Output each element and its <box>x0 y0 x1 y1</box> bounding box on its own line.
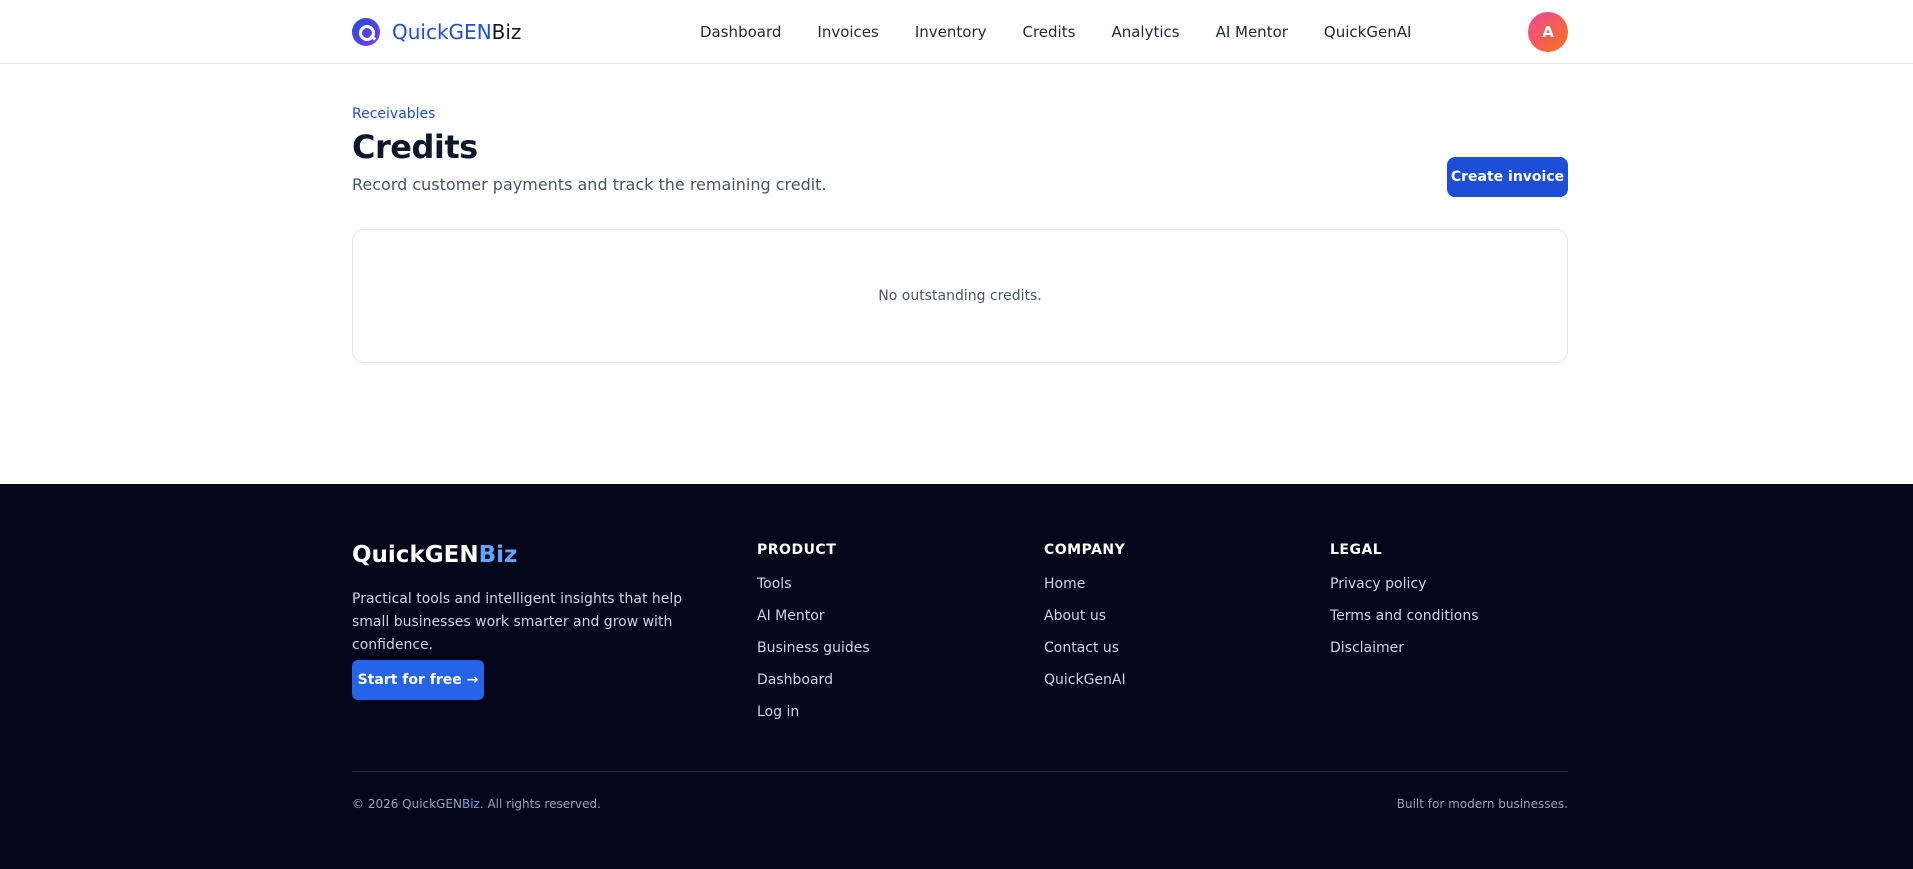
footer-link-log-in[interactable]: Log in <box>757 704 870 736</box>
footer-col-legal: LEGAL Privacy policy Terms and condition… <box>1330 542 1479 672</box>
footer-description: Practical tools and intelligent insights… <box>352 591 683 653</box>
footer-brand: QuickGENBiz <box>352 542 518 568</box>
create-invoice-button[interactable]: Create invoice <box>1447 157 1568 197</box>
nav-inventory[interactable]: Inventory <box>915 23 987 41</box>
section-eyebrow: Receivables <box>352 106 436 122</box>
footer-link-business-guides[interactable]: Business guides <box>757 640 870 672</box>
nav-invoices[interactable]: Invoices <box>817 23 878 41</box>
nav-quickgenai[interactable]: QuickGenAI <box>1324 23 1411 41</box>
footer-col-product: PRODUCT Tools AI Mentor Business guides … <box>757 542 870 736</box>
footer-link-ai-mentor[interactable]: AI Mentor <box>757 608 870 640</box>
user-avatar[interactable]: A <box>1528 12 1568 52</box>
footer-divider <box>352 771 1568 772</box>
start-for-free-button[interactable]: Start for free → <box>352 660 484 700</box>
footer-link-disclaimer[interactable]: Disclaimer <box>1330 640 1479 672</box>
main-nav: Dashboard Invoices Inventory Credits Ana… <box>700 0 1411 64</box>
site-footer: QuickGENBiz Practical tools and intellig… <box>0 484 1913 869</box>
empty-state-text: No outstanding credits. <box>878 288 1042 304</box>
footer-col-heading: COMPANY <box>1044 542 1126 558</box>
footer-link-dashboard[interactable]: Dashboard <box>757 672 870 704</box>
footer-link-home[interactable]: Home <box>1044 576 1126 608</box>
footer-copyright: © 2026 QuickGENBiz. All rights reserved. <box>352 797 601 811</box>
page-title: Credits <box>352 128 478 166</box>
footer-col-company: COMPANY Home About us Contact us QuickGe… <box>1044 542 1126 704</box>
brand-logo[interactable]: QuickGENBiz <box>352 16 521 48</box>
nav-analytics[interactable]: Analytics <box>1111 23 1179 41</box>
footer-link-quickgenai[interactable]: QuickGenAI <box>1044 672 1126 704</box>
footer-link-terms[interactable]: Terms and conditions <box>1330 608 1479 640</box>
footer-tagline: Built for modern businesses. <box>1396 797 1568 811</box>
top-nav-bar: QuickGENBiz Dashboard Invoices Inventory… <box>0 0 1913 64</box>
footer-link-tools[interactable]: Tools <box>757 576 870 608</box>
page-subtitle: Record customer payments and track the r… <box>352 175 827 194</box>
logo-text: QuickGENBiz <box>392 20 522 44</box>
footer-link-privacy-policy[interactable]: Privacy policy <box>1330 576 1479 608</box>
footer-link-contact-us[interactable]: Contact us <box>1044 640 1126 672</box>
credits-empty-state: No outstanding credits. <box>352 229 1568 363</box>
nav-credits[interactable]: Credits <box>1023 23 1076 41</box>
footer-col-heading: LEGAL <box>1330 542 1383 558</box>
nav-ai-mentor[interactable]: AI Mentor <box>1216 23 1288 41</box>
footer-col-heading: PRODUCT <box>757 542 837 558</box>
nav-dashboard[interactable]: Dashboard <box>700 23 781 41</box>
footer-link-about-us[interactable]: About us <box>1044 608 1126 640</box>
logo-icon <box>352 18 380 46</box>
